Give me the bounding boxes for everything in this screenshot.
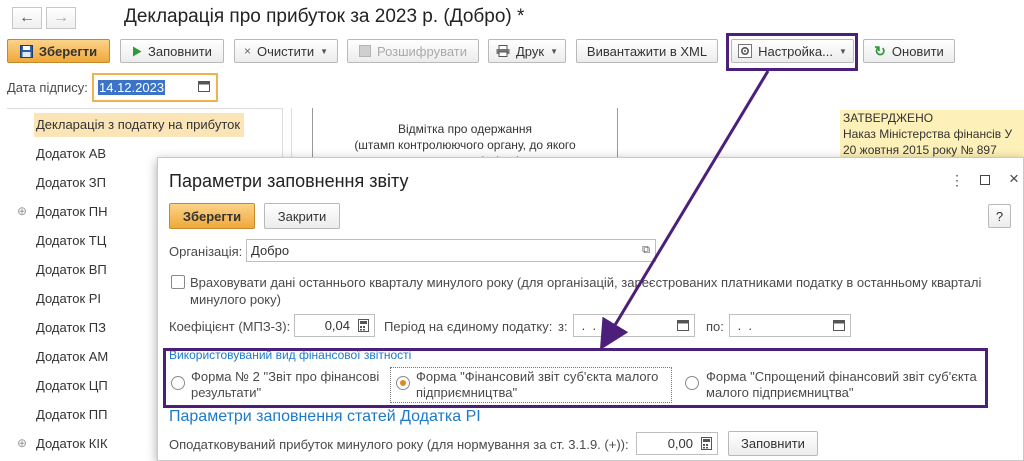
annotation-arrow <box>599 70 770 351</box>
